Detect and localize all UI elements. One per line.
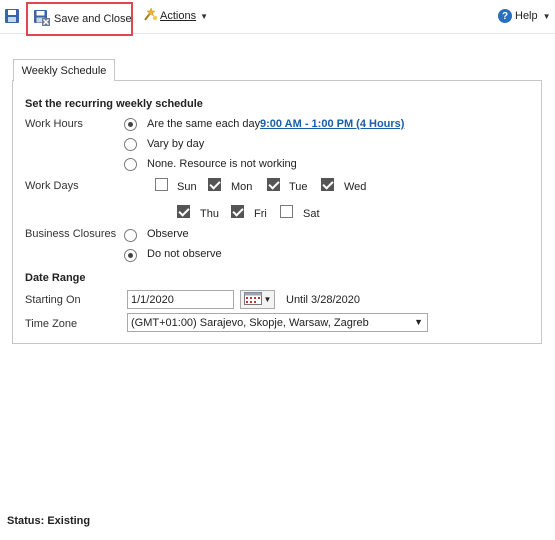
work-hours-link[interactable]: 9:00 AM - 1:00 PM (4 Hours) xyxy=(260,118,404,130)
business-closures-not-observe-radio[interactable] xyxy=(124,249,137,262)
starting-on-label: Starting On xyxy=(25,294,81,306)
business-closures-not-observe-label: Do not observe xyxy=(147,248,222,260)
help-icon: ? xyxy=(498,9,512,23)
toolbar: Save and Close Actions ▼ ? Help ▼ xyxy=(0,0,555,36)
chevron-down-icon: ▼ xyxy=(200,11,208,21)
weekly-schedule-panel: Set the recurring weekly schedule Work H… xyxy=(12,80,542,344)
save-icon[interactable] xyxy=(4,8,20,24)
work-hours-same-label: Are the same each day xyxy=(147,118,261,130)
work-hours-label: Work Hours xyxy=(25,118,83,130)
day-checkbox-thu[interactable] xyxy=(177,205,190,218)
day-checkbox-sun[interactable] xyxy=(155,178,168,191)
save-close-icon xyxy=(33,9,50,29)
tab-label: Weekly Schedule xyxy=(21,64,107,77)
time-zone-label: Time Zone xyxy=(25,318,78,330)
day-label-tue: Tue xyxy=(289,181,308,193)
day-label-thu: Thu xyxy=(200,208,219,220)
save-and-close-button[interactable]: Save and Close xyxy=(26,2,133,36)
day-label-sun: Sun xyxy=(177,181,197,193)
actions-icon xyxy=(142,6,158,26)
business-closures-observe-radio[interactable] xyxy=(124,229,137,242)
actions-menu-button[interactable]: Actions ▼ xyxy=(142,6,208,26)
tab-weekly-schedule[interactable]: Weekly Schedule xyxy=(13,59,115,81)
starting-on-input[interactable] xyxy=(127,290,234,309)
time-zone-select[interactable]: (GMT+01:00) Sarajevo, Skopje, Warsaw, Za… xyxy=(127,313,428,332)
day-checkbox-mon[interactable] xyxy=(208,178,221,191)
until-text: Until 3/28/2020 xyxy=(286,294,360,306)
work-hours-vary-label: Vary by day xyxy=(147,138,205,150)
day-label-mon: Mon xyxy=(231,181,253,193)
business-closures-label: Business Closures xyxy=(25,228,117,240)
work-hours-none-label: None. Resource is not working xyxy=(147,158,297,170)
calendar-icon xyxy=(243,291,262,308)
day-checkbox-wed[interactable] xyxy=(321,178,334,191)
calendar-button[interactable]: ▼ xyxy=(240,290,275,309)
chevron-down-icon: ▼ xyxy=(263,295,272,304)
day-checkbox-sat[interactable] xyxy=(280,205,293,218)
work-hours-none-radio[interactable] xyxy=(124,158,137,171)
help-menu-button[interactable]: ? Help ▼ xyxy=(498,7,551,25)
business-closures-observe-label: Observe xyxy=(147,228,189,240)
day-label-sat: Sat xyxy=(303,208,320,220)
help-label: Help xyxy=(515,10,538,22)
date-range-heading: Date Range xyxy=(25,272,86,284)
day-label-wed: Wed xyxy=(344,181,367,193)
day-checkbox-fri[interactable] xyxy=(231,205,244,218)
status-text: Status: Existing xyxy=(7,515,91,527)
time-zone-value: (GMT+01:00) Sarajevo, Skopje, Warsaw, Za… xyxy=(131,316,369,329)
actions-label: Actions xyxy=(160,10,197,22)
schedule-heading: Set the recurring weekly schedule xyxy=(25,98,203,110)
chevron-down-icon: ▼ xyxy=(414,317,423,327)
work-hours-same-radio[interactable] xyxy=(124,118,137,131)
day-label-fri: Fri xyxy=(254,208,267,220)
chevron-down-icon: ▼ xyxy=(542,11,551,21)
day-checkbox-tue[interactable] xyxy=(267,178,280,191)
save-and-close-label: Save and Close xyxy=(54,13,132,25)
work-hours-vary-radio[interactable] xyxy=(124,138,137,151)
work-days-label: Work Days xyxy=(25,180,79,192)
